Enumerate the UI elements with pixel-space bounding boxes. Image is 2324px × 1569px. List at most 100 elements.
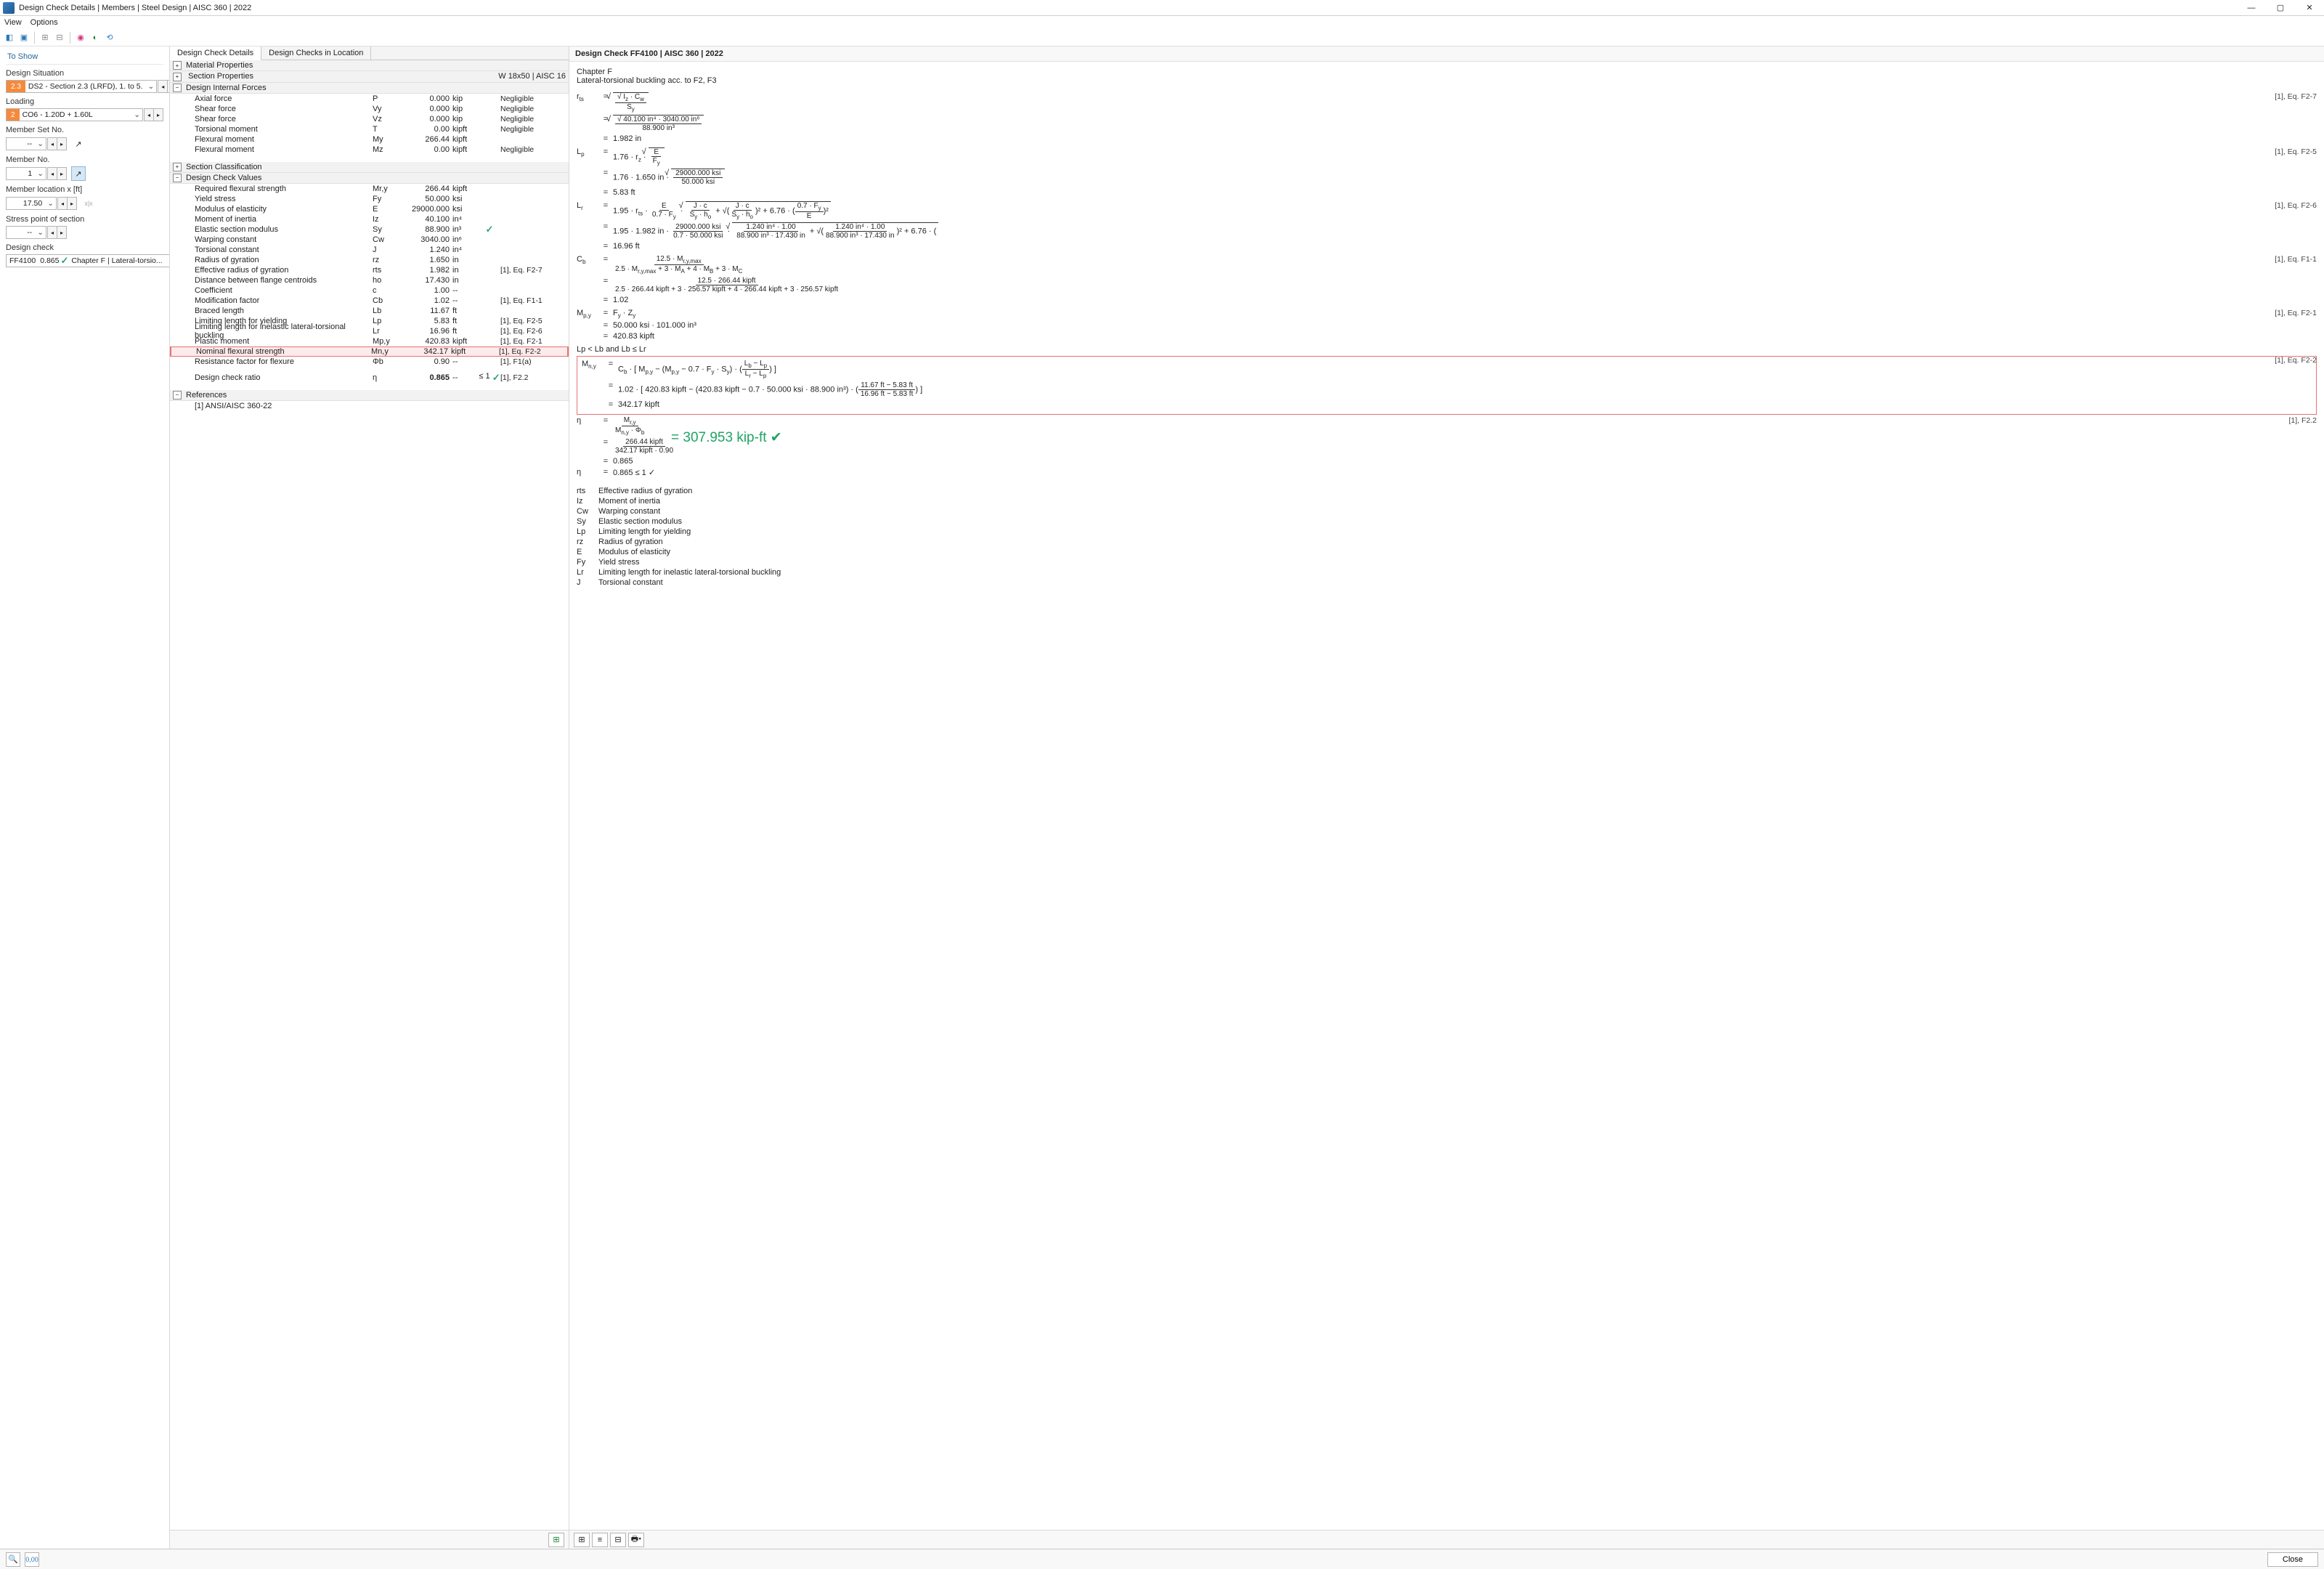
rtool-1[interactable]: ⊞ [574,1533,590,1547]
tool-icon-5[interactable]: ◉ [74,31,87,44]
design-situation-combo[interactable]: 2.3 DS2 - Section 2.3 (LRFD), 1. to 5. ⌄ [6,80,157,93]
app-icon [3,2,15,14]
ml-prev-button[interactable]: ◂ [57,197,68,210]
collapse-icon[interactable]: − [173,174,182,182]
expand-icon[interactable]: + [173,163,182,171]
table-row: Distance between flange centroidsho17.43… [170,275,569,285]
tool-icon-1[interactable]: ◧ [3,31,16,44]
tool-icon-2[interactable]: ▣ [17,31,31,44]
sp-next-button[interactable]: ▸ [57,226,67,239]
rtool-3[interactable]: ⊟ [610,1533,626,1547]
to-show-header: To Show [6,49,163,65]
collapse-icon[interactable]: − [173,84,182,92]
menubar: View Options [0,16,2324,29]
loading-combo[interactable]: 2 CO6 - 1.20D + 1.60L ⌄ [6,108,143,121]
ms-pick-icon[interactable]: ↗ [71,137,86,151]
table-row: Plastic momentMp,y420.83kipft[1], Eq. F2… [170,336,569,346]
section-section-properties[interactable]: + Section Properties W 18x50 | AISC 16 [170,71,569,83]
design-check-combo[interactable]: FF4100 0.865 ✓ Chapter F | Lateral-torsi… [6,254,170,267]
sp-prev-button[interactable]: ◂ [47,226,57,239]
mn-prev-button[interactable]: ◂ [47,167,57,180]
excel-export-button[interactable]: ⊞ [548,1533,564,1547]
ds-prev-button[interactable]: ◂ [158,80,168,93]
member-set-label: Member Set No. [6,126,163,134]
table-row: Radius of gyrationrz1.650in [170,255,569,265]
glossary-row: LpLimiting length for yielding [577,527,2317,537]
table-row: Modification factorCb1.02--[1], Eq. F1-1 [170,296,569,306]
tab-design-check-details[interactable]: Design Check Details [170,46,261,60]
section-classification[interactable]: + Section Classification [170,162,569,173]
mn-next-button[interactable]: ▸ [57,167,67,180]
expand-icon[interactable]: + [173,73,182,81]
menu-options[interactable]: Options [31,18,58,27]
left-panel: To Show Design Situation 2.3 DS2 - Secti… [0,46,170,1549]
glossary-row: IzMoment of inertia [577,496,2317,506]
minimize-button[interactable]: — [2237,0,2266,16]
glossary-row: FyYield stress [577,557,2317,567]
ms-prev-button[interactable]: ◂ [47,137,57,150]
tab-design-checks-in-location[interactable]: Design Checks in Location [261,46,371,60]
table-row: Required flexural strengthMr,y266.44kipf… [170,184,569,194]
section-material-properties[interactable]: + Material Properties [170,60,569,71]
ml-next-button[interactable]: ▸ [67,197,77,210]
chapter-label: Chapter F [577,68,2317,76]
table-row: Effective radius of gyrationrts1.982in[1… [170,265,569,275]
stress-point-combo[interactable]: -- ⌄ [6,226,46,239]
tool-icon-3[interactable]: ⊞ [38,31,52,44]
member-no-label: Member No. [6,155,163,164]
table-row: Flexural momentMy266.44kipft [170,134,569,145]
loading-label: Loading [6,97,163,106]
mid-tabs: Design Check Details Design Checks in Lo… [170,46,569,60]
menu-view[interactable]: View [4,18,22,27]
condition: Lp < Lb and Lb ≤ Lr [577,345,2317,354]
table-row: Braced lengthLb11.67ft [170,306,569,316]
expand-icon[interactable]: + [173,61,182,70]
glossary-row: rzRadius of gyration [577,537,2317,547]
load-prev-button[interactable]: ◂ [144,108,154,121]
maximize-button[interactable]: ▢ [2266,0,2295,16]
right-header: Design Check FF4100 | AISC 360 | 2022 [569,46,2324,62]
tool-icon-7[interactable]: ⟲ [103,31,116,44]
table-row: Axial forceP0.000kipNegligible [170,94,569,104]
mn-pick-icon[interactable]: ↗ [71,166,86,181]
member-no-combo[interactable]: 1 ⌄ [6,167,46,180]
reference-row: [1] ANSI/AISC 360-22 [170,401,569,411]
glossary-row: EModulus of elasticity [577,547,2317,557]
load-next-button[interactable]: ▸ [153,108,163,121]
annotation-result: = 307.953 kip-ft ✔ [671,429,782,446]
check-icon: ✓ [60,255,68,267]
section-references[interactable]: − References [170,390,569,401]
member-set-combo[interactable]: -- ⌄ [6,137,46,150]
description: Lateral-torsional buckling acc. to F2, F… [577,76,2317,85]
check-icon: ✓ [492,372,500,384]
rtool-2[interactable]: ≡ [592,1533,608,1547]
ml-link-icon[interactable]: x|x [81,196,96,211]
table-row: Nominal flexural strengthMn,y342.17kipft… [170,346,569,357]
collapse-icon[interactable]: − [173,391,182,400]
section-design-check-values[interactable]: − Design Check Values [170,173,569,184]
table-row: Torsional constantJ1.240in⁴ [170,245,569,255]
tree-view: + Material Properties + Section Properti… [170,60,569,1530]
ratio-row: Design check ratio η 0.865 -- ≤ 1 ✓ [1],… [170,373,569,383]
foot-icon-1[interactable]: 🔍 [6,1552,20,1567]
ms-next-button[interactable]: ▸ [57,137,67,150]
close-button[interactable]: Close [2267,1552,2318,1567]
table-row: Resistance factor for flexureΦb0.90--[1]… [170,357,569,367]
print-button[interactable]: 🖶▾ [628,1533,644,1547]
tool-icon-6[interactable]: ◐ [89,31,102,44]
foot-icon-2[interactable]: 0,00 [25,1552,39,1567]
chevron-down-icon: ⌄ [35,228,46,237]
stress-point-label: Stress point of section [6,215,163,224]
section-design-internal-forces[interactable]: − Design Internal Forces [170,83,569,94]
chevron-down-icon: ⌄ [131,110,142,119]
design-check-label: Design check [6,243,163,252]
glossary: rtsEffective radius of gyrationIzMoment … [577,486,2317,588]
glossary-row: LrLimiting length for inelastic lateral-… [577,567,2317,577]
window-title: Design Check Details | Members | Steel D… [19,4,251,12]
member-loc-combo[interactable]: 17.50 ⌄ [6,197,57,210]
table-row: Torsional momentT0.00kipftNegligible [170,124,569,134]
design-situation-label: Design Situation [6,69,163,78]
glossary-row: JTorsional constant [577,577,2317,588]
close-window-button[interactable]: ✕ [2295,0,2324,16]
tool-icon-4[interactable]: ⊟ [53,31,66,44]
